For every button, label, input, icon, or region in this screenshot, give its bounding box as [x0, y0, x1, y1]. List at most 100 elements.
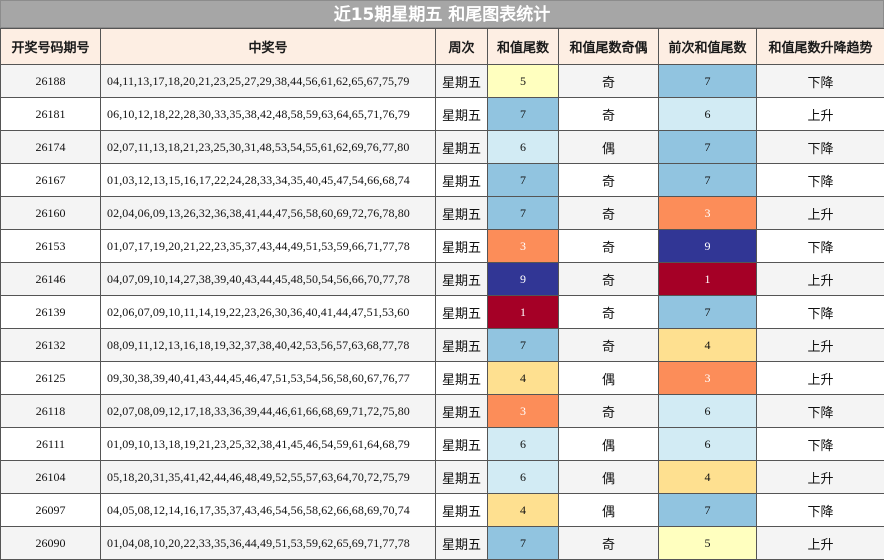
table-row: 2614604,07,09,10,14,27,38,39,40,43,44,45… — [1, 263, 884, 296]
header-prev-tail: 前次和值尾数 — [659, 29, 757, 65]
page-title: 近15期星期五 和尾图表统计 — [0, 0, 884, 28]
prev-tail-cell: 3 — [659, 197, 757, 230]
trend-cell: 下降 — [757, 428, 884, 461]
issue-cell: 26097 — [1, 494, 101, 527]
issue-cell: 26090 — [1, 527, 101, 560]
trend-cell: 下降 — [757, 494, 884, 527]
trend-cell: 下降 — [757, 230, 884, 263]
issue-cell: 26139 — [1, 296, 101, 329]
issue-cell: 26125 — [1, 362, 101, 395]
trend-cell: 上升 — [757, 461, 884, 494]
prev-tail-cell: 4 — [659, 329, 757, 362]
table-row: 2618106,10,12,18,22,28,30,33,35,38,42,48… — [1, 98, 884, 131]
header-week: 周次 — [436, 29, 488, 65]
table-row: 2613208,09,11,12,13,16,18,19,32,37,38,40… — [1, 329, 884, 362]
tail-cell: 6 — [488, 428, 559, 461]
numbers-cell: 04,05,08,12,14,16,17,35,37,43,46,54,56,5… — [101, 494, 436, 527]
table-body: 2618804,11,13,17,18,20,21,23,25,27,29,38… — [1, 65, 884, 560]
table-row: 2613902,06,07,09,10,11,14,19,22,23,26,30… — [1, 296, 884, 329]
tail-cell: 7 — [488, 527, 559, 560]
trend-cell: 上升 — [757, 527, 884, 560]
parity-cell: 偶 — [559, 362, 659, 395]
statistics-page: 近15期星期五 和尾图表统计 开奖号码期号 中奖号 周次 和值尾数 和值尾数奇偶… — [0, 0, 884, 559]
table-row: 2611101,09,10,13,18,19,21,23,25,32,38,41… — [1, 428, 884, 461]
numbers-cell: 06,10,12,18,22,28,30,33,35,38,42,48,58,5… — [101, 98, 436, 131]
prev-tail-cell: 6 — [659, 395, 757, 428]
prev-tail-cell: 7 — [659, 65, 757, 98]
table-row: 2609704,05,08,12,14,16,17,35,37,43,46,54… — [1, 494, 884, 527]
tail-cell: 6 — [488, 461, 559, 494]
parity-cell: 奇 — [559, 98, 659, 131]
week-cell: 星期五 — [436, 527, 488, 560]
issue-cell: 26153 — [1, 230, 101, 263]
prev-tail-cell: 4 — [659, 461, 757, 494]
header-tail: 和值尾数 — [488, 29, 559, 65]
trend-cell: 上升 — [757, 98, 884, 131]
parity-cell: 奇 — [559, 230, 659, 263]
issue-cell: 26181 — [1, 98, 101, 131]
week-cell: 星期五 — [436, 98, 488, 131]
header-issue: 开奖号码期号 — [1, 29, 101, 65]
week-cell: 星期五 — [436, 395, 488, 428]
tail-cell: 7 — [488, 164, 559, 197]
parity-cell: 偶 — [559, 428, 659, 461]
week-cell: 星期五 — [436, 494, 488, 527]
trend-cell: 上升 — [757, 197, 884, 230]
tail-cell: 7 — [488, 197, 559, 230]
week-cell: 星期五 — [436, 296, 488, 329]
issue-cell: 26104 — [1, 461, 101, 494]
week-cell: 星期五 — [436, 461, 488, 494]
prev-tail-cell: 6 — [659, 428, 757, 461]
table-row: 2609001,04,08,10,20,22,33,35,36,44,49,51… — [1, 527, 884, 560]
table-row: 2610405,18,20,31,35,41,42,44,46,48,49,52… — [1, 461, 884, 494]
numbers-cell: 09,30,38,39,40,41,43,44,45,46,47,51,53,5… — [101, 362, 436, 395]
table-row: 2615301,07,17,19,20,21,22,23,35,37,43,44… — [1, 230, 884, 263]
numbers-cell: 01,09,10,13,18,19,21,23,25,32,38,41,45,4… — [101, 428, 436, 461]
tail-cell: 7 — [488, 98, 559, 131]
table-row: 2612509,30,38,39,40,41,43,44,45,46,47,51… — [1, 362, 884, 395]
numbers-cell: 04,07,09,10,14,27,38,39,40,43,44,45,48,5… — [101, 263, 436, 296]
trend-cell: 上升 — [757, 362, 884, 395]
tail-cell: 3 — [488, 230, 559, 263]
header-row: 开奖号码期号 中奖号 周次 和值尾数 和值尾数奇偶 前次和值尾数 和值尾数升降趋… — [1, 29, 884, 65]
parity-cell: 奇 — [559, 395, 659, 428]
parity-cell: 奇 — [559, 329, 659, 362]
parity-cell: 奇 — [559, 197, 659, 230]
header-trend: 和值尾数升降趋势 — [757, 29, 884, 65]
numbers-cell: 04,11,13,17,18,20,21,23,25,27,29,38,44,5… — [101, 65, 436, 98]
prev-tail-cell: 3 — [659, 362, 757, 395]
trend-cell: 下降 — [757, 395, 884, 428]
tail-cell: 5 — [488, 65, 559, 98]
header-parity: 和值尾数奇偶 — [559, 29, 659, 65]
issue-cell: 26174 — [1, 131, 101, 164]
parity-cell: 奇 — [559, 527, 659, 560]
week-cell: 星期五 — [436, 65, 488, 98]
table-row: 2616701,03,12,13,15,16,17,22,24,28,33,34… — [1, 164, 884, 197]
week-cell: 星期五 — [436, 263, 488, 296]
prev-tail-cell: 6 — [659, 98, 757, 131]
parity-cell: 奇 — [559, 296, 659, 329]
week-cell: 星期五 — [436, 131, 488, 164]
numbers-cell: 01,03,12,13,15,16,17,22,24,28,33,34,35,4… — [101, 164, 436, 197]
numbers-cell: 01,07,17,19,20,21,22,23,35,37,43,44,49,5… — [101, 230, 436, 263]
parity-cell: 奇 — [559, 263, 659, 296]
parity-cell: 偶 — [559, 494, 659, 527]
week-cell: 星期五 — [436, 428, 488, 461]
issue-cell: 26188 — [1, 65, 101, 98]
trend-cell: 下降 — [757, 65, 884, 98]
header-numbers: 中奖号 — [101, 29, 436, 65]
tail-cell: 4 — [488, 362, 559, 395]
table-row: 2617402,07,11,13,18,21,23,25,30,31,48,53… — [1, 131, 884, 164]
issue-cell: 26160 — [1, 197, 101, 230]
week-cell: 星期五 — [436, 362, 488, 395]
tail-cell: 7 — [488, 329, 559, 362]
prev-tail-cell: 1 — [659, 263, 757, 296]
tail-cell: 4 — [488, 494, 559, 527]
numbers-cell: 02,07,08,09,12,17,18,33,36,39,44,46,61,6… — [101, 395, 436, 428]
issue-cell: 26167 — [1, 164, 101, 197]
trend-cell: 下降 — [757, 296, 884, 329]
numbers-cell: 08,09,11,12,13,16,18,19,32,37,38,40,42,5… — [101, 329, 436, 362]
prev-tail-cell: 7 — [659, 296, 757, 329]
week-cell: 星期五 — [436, 197, 488, 230]
tail-cell: 3 — [488, 395, 559, 428]
